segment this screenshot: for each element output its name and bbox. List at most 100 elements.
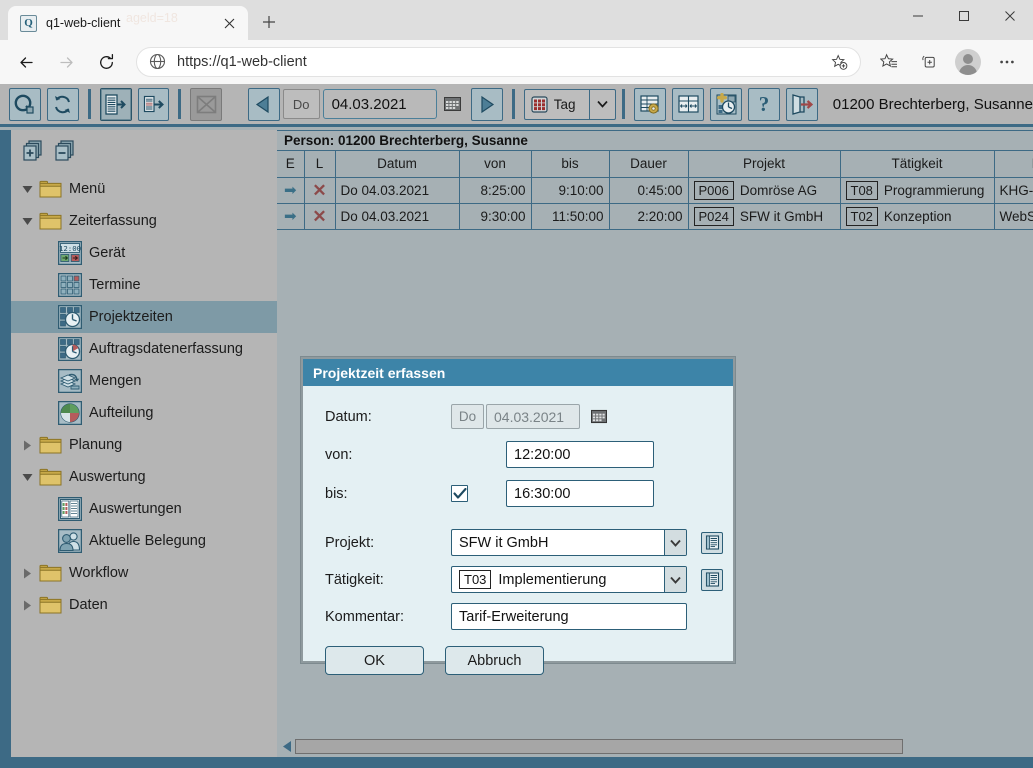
refresh-button[interactable]: [47, 88, 79, 121]
chevron-down-icon[interactable]: [17, 185, 37, 194]
kommentar-input[interactable]: Tarif-Erweiterung: [451, 603, 687, 630]
tree-item-planung[interactable]: Planung: [11, 429, 277, 461]
table-settings-button[interactable]: [634, 88, 666, 121]
scrollbar-thumb[interactable]: [295, 739, 903, 754]
taetigkeit-chevron-down-icon[interactable]: [664, 567, 686, 592]
taetigkeit-name: Implementierung: [498, 572, 606, 588]
tree-item-ger-t[interactable]: 12:00Gerät: [11, 237, 277, 269]
browser-tab[interactable]: Q q1-web-client: [8, 6, 248, 40]
taetigkeit-lookup-button[interactable]: [701, 569, 723, 591]
tab-close-icon[interactable]: [218, 12, 240, 34]
expand-all-icon[interactable]: [21, 138, 45, 162]
tree-item-projektzeiten[interactable]: Projektzeiten: [11, 301, 277, 333]
tree-item-daten[interactable]: Daten: [11, 589, 277, 621]
grid-column-header[interactable]: Dauer: [609, 151, 688, 177]
projekt-select[interactable]: SFW it GmbH: [451, 529, 687, 556]
table-row[interactable]: ➡✕Do 04.03.20218:25:009:10:000:45:00P006…: [277, 177, 1033, 203]
bis-checkbox[interactable]: [451, 485, 468, 502]
grid-column-header[interactable]: L: [304, 151, 335, 177]
chevron-down-icon[interactable]: [17, 217, 37, 226]
bis-row: bis: 16:30:00: [325, 480, 733, 507]
q-logo-button[interactable]: [9, 88, 41, 121]
logout-button[interactable]: [786, 88, 818, 121]
address-bar-url: https://q1-web-client: [177, 54, 826, 70]
window-minimize-button[interactable]: [895, 0, 941, 32]
toolbar-date-input[interactable]: 04.03.2021: [323, 89, 437, 119]
table-export-button[interactable]: [138, 88, 170, 121]
grid-column-header[interactable]: Projekt: [688, 151, 840, 177]
delete-button[interactable]: [190, 88, 222, 121]
tree-item-men-[interactable]: Menü: [11, 173, 277, 205]
grid-column-header[interactable]: bis: [531, 151, 609, 177]
address-bar[interactable]: https://q1-web-client: [136, 47, 861, 77]
calendar-icon[interactable]: [443, 94, 462, 114]
favorites-icon[interactable]: [872, 45, 906, 79]
clock-1200-icon: 12:00: [57, 241, 83, 265]
people-icon: [57, 529, 83, 553]
tree-item-aktuelle-belegung[interactable]: Aktuelle Belegung: [11, 525, 277, 557]
next-day-button[interactable]: [471, 88, 503, 121]
calendar-picker-icon[interactable]: [590, 408, 608, 426]
chevron-down-icon[interactable]: [589, 90, 615, 119]
back-button[interactable]: [9, 45, 43, 79]
grid-column-header[interactable]: Kom: [994, 151, 1033, 177]
grid-column-header[interactable]: von: [459, 151, 531, 177]
window-maximize-button[interactable]: [941, 0, 987, 32]
grid-column-header[interactable]: Datum: [335, 151, 459, 177]
grid-column-header[interactable]: E: [277, 151, 304, 177]
ok-button[interactable]: OK: [325, 646, 424, 675]
chevron-right-icon[interactable]: [17, 568, 37, 579]
tree-item-workflow[interactable]: Workflow: [11, 557, 277, 589]
row-delete-icon: ✕: [304, 177, 335, 203]
new-tab-button[interactable]: [254, 7, 284, 37]
navigation-tree: Menü Zeiterfassung 12:00GerätTermineProjek…: [11, 170, 277, 621]
arrow-right-icon[interactable]: ➡: [284, 208, 297, 225]
reload-button[interactable]: [89, 45, 123, 79]
arrow-right-icon[interactable]: ➡: [284, 182, 297, 199]
forward-button[interactable]: [49, 45, 83, 79]
column-width-button[interactable]: [672, 88, 704, 121]
period-select[interactable]: Tag: [524, 89, 617, 120]
horizontal-scrollbar[interactable]: [277, 735, 1033, 757]
chevron-right-icon[interactable]: [17, 440, 37, 451]
delete-x-icon[interactable]: ✕: [312, 207, 326, 226]
help-button[interactable]: ?: [748, 88, 780, 121]
profile-avatar[interactable]: [955, 49, 981, 75]
projekt-chevron-down-icon[interactable]: [664, 530, 686, 555]
tab-title: q1-web-client: [46, 16, 218, 30]
collections-icon[interactable]: [912, 45, 946, 79]
navbar-actions: [869, 45, 1027, 79]
table-row[interactable]: ➡✕Do 04.03.20219:30:0011:50:002:20:00P02…: [277, 203, 1033, 229]
von-input[interactable]: 12:20:00: [506, 441, 654, 468]
chevron-down-icon[interactable]: [17, 473, 37, 482]
bis-checkbox-wrap: [451, 485, 506, 502]
datum-label: Datum:: [325, 409, 451, 425]
cancel-button[interactable]: Abbruch: [445, 646, 544, 675]
tree-item-zeiterfassung[interactable]: Zeiterfassung: [11, 205, 277, 237]
scroll-left-arrow[interactable]: [279, 738, 295, 754]
window-close-button[interactable]: [987, 0, 1033, 32]
projekt-lookup-button[interactable]: [701, 532, 723, 554]
tree-item-label: Daten: [69, 597, 108, 613]
delete-x-icon[interactable]: ✕: [312, 181, 326, 200]
add-project-time-button[interactable]: [710, 88, 742, 121]
tree-item-mengen[interactable]: Mengen: [11, 365, 277, 397]
tree-item-auswertung[interactable]: Auswertung: [11, 461, 277, 493]
chevron-right-icon[interactable]: [17, 600, 37, 611]
settings-more-icon[interactable]: [990, 45, 1024, 79]
tree-item-termine[interactable]: Termine: [11, 269, 277, 301]
collapse-all-icon[interactable]: [53, 138, 77, 162]
tree-item-aufteilung[interactable]: Aufteilung: [11, 397, 277, 429]
row-bis: 11:50:00: [531, 203, 609, 229]
bis-input[interactable]: 16:30:00: [506, 480, 654, 507]
tree-item-auswertungen[interactable]: Auswertungen: [11, 493, 277, 525]
tree-item-auftragsdatenerfassung[interactable]: Auftragsdatenerfassung: [11, 333, 277, 365]
scrollbar-track[interactable]: [295, 739, 1033, 754]
previous-day-button[interactable]: [248, 88, 280, 121]
tree-item-label: Zeiterfassung: [69, 213, 157, 229]
grid-column-header[interactable]: Tätigkeit: [840, 151, 994, 177]
add-favorite-icon[interactable]: [826, 49, 852, 75]
list-export-button[interactable]: [100, 88, 132, 121]
dialog-body: Datum: Do 04.03.2021 von:: [303, 386, 733, 675]
taetigkeit-select[interactable]: T03 Implementierung: [451, 566, 687, 593]
